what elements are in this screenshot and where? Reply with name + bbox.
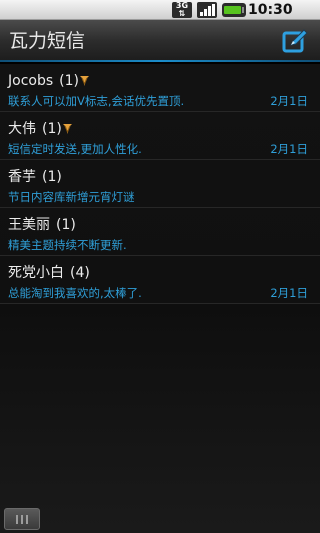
contact-name: 大伟 xyxy=(8,121,36,137)
list-empty-area xyxy=(0,304,320,533)
message-date: 2月1日 xyxy=(270,142,308,156)
compose-icon[interactable] xyxy=(282,28,308,54)
contact-name: 王美丽 xyxy=(8,217,50,233)
app-header: 瓦力短信 xyxy=(0,20,320,62)
app-title: 瓦力短信 xyxy=(9,30,86,52)
message-count: (1) xyxy=(42,121,62,137)
message-count: (4) xyxy=(70,265,90,281)
signal-icon xyxy=(197,2,217,18)
vip-badge-icon xyxy=(62,124,72,134)
message-count: (1) xyxy=(42,169,62,185)
message-count: (1) xyxy=(59,73,79,89)
contact-name: Jocobs xyxy=(8,73,54,89)
conversation-item[interactable]: 死党小白 (4) 总能淘到我喜欢的,太棒了. 2月1日 xyxy=(0,256,320,304)
message-preview: 节日内容库新增元宵灯谜 xyxy=(8,190,135,204)
battery-icon xyxy=(222,3,246,17)
message-preview: 总能淘到我喜欢的,太棒了. xyxy=(8,286,142,300)
message-preview: 联系人可以加V标志,会话优先置顶. xyxy=(8,94,185,108)
contact-name: 香芋 xyxy=(8,169,36,185)
message-date: 2月1日 xyxy=(270,286,308,300)
status-bar: 3G ⇅ 10:30 PM xyxy=(0,0,320,36)
vip-badge-icon xyxy=(79,76,89,86)
conversation-list: Jocobs (1) 联系人可以加V标志,会话优先置顶. 2月1日 大伟 (1) 短… xyxy=(0,64,320,304)
3g-icon: 3G ⇅ xyxy=(172,2,192,18)
message-count: (1) xyxy=(56,217,76,233)
drawer-handle[interactable] xyxy=(4,508,40,530)
conversation-item[interactable]: 香芋 (1) 节日内容库新增元宵灯谜 xyxy=(0,160,320,208)
message-preview: 精美主题持续不断更新. xyxy=(8,238,127,252)
conversation-item[interactable]: Jocobs (1) 联系人可以加V标志,会话优先置顶. 2月1日 xyxy=(0,64,320,112)
message-preview: 短信定时发送,更加人性化. xyxy=(8,142,142,156)
conversation-item[interactable]: 大伟 (1) 短信定时发送,更加人性化. 2月1日 xyxy=(0,112,320,160)
message-date: 2月1日 xyxy=(270,94,308,108)
contact-name: 死党小白 xyxy=(8,265,64,281)
conversation-item[interactable]: 王美丽 (1) 精美主题持续不断更新. xyxy=(0,208,320,256)
